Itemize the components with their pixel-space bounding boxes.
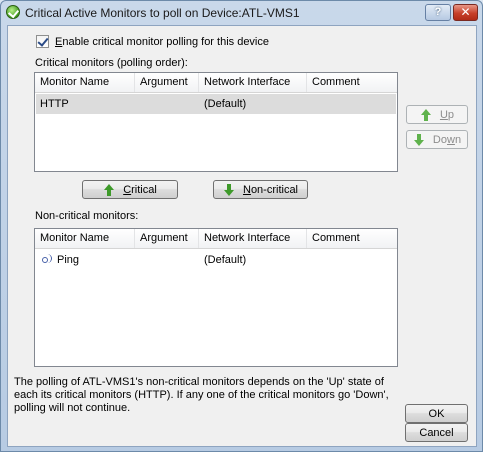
column-monitor-name[interactable]: Monitor Name (35, 73, 135, 92)
table-row[interactable]: HTTP (Default) (36, 94, 396, 114)
arrow-down-icon (223, 183, 235, 196)
enable-polling-checkbox[interactable]: Enable critical monitor polling for this… (36, 35, 269, 48)
column-network-interface[interactable]: Network Interface (199, 73, 307, 92)
check-icon (6, 5, 20, 19)
help-button[interactable]: ? (425, 4, 451, 21)
non-critical-button-label: Non-critical (242, 183, 299, 196)
non-critical-button[interactable]: Non-critical (213, 180, 308, 199)
down-button-label: Down (432, 133, 462, 146)
close-button[interactable]: ✕ (453, 4, 478, 21)
monitor-name-cell: Ping (42, 250, 79, 270)
checkbox-box[interactable] (36, 35, 49, 48)
up-button[interactable]: Up (406, 105, 468, 124)
non-critical-monitors-list[interactable]: Monitor Name Argument Network Interface … (34, 228, 398, 367)
arrow-up-icon (103, 183, 115, 196)
interface-cell: (Default) (204, 254, 247, 266)
arrow-down-icon (413, 133, 425, 146)
column-network-interface[interactable]: Network Interface (199, 229, 307, 248)
critical-button[interactable]: Critical (82, 180, 178, 199)
interface-cell: (Default) (204, 98, 247, 110)
down-button[interactable]: Down (406, 130, 468, 149)
cancel-button[interactable]: Cancel (405, 423, 468, 442)
title-bar[interactable]: Critical Active Monitors to poll on Devi… (1, 1, 482, 24)
column-comment[interactable]: Comment (307, 73, 397, 92)
critical-monitors-list[interactable]: Monitor Name Argument Network Interface … (34, 72, 398, 172)
column-argument[interactable]: Argument (135, 229, 199, 248)
table-row[interactable]: Ping (Default) (36, 250, 396, 270)
arrow-up-icon (420, 108, 432, 121)
window-title: Critical Active Monitors to poll on Devi… (25, 6, 300, 20)
critical-button-label: Critical (123, 183, 157, 196)
up-button-label: Up (439, 108, 455, 121)
dialog-client-area: Enable critical monitor polling for this… (7, 25, 477, 447)
ok-button[interactable]: OK (405, 404, 468, 423)
dialog-window: Critical Active Monitors to poll on Devi… (0, 0, 483, 452)
column-argument[interactable]: Argument (135, 73, 199, 92)
ping-icon (42, 254, 52, 264)
enable-polling-label: Enable critical monitor polling for this… (55, 35, 269, 48)
non-critical-monitors-label: Non-critical monitors: (35, 210, 139, 222)
column-monitor-name[interactable]: Monitor Name (35, 229, 135, 248)
critical-list-header: Monitor Name Argument Network Interface … (35, 73, 397, 93)
column-comment[interactable]: Comment (307, 229, 397, 248)
non-critical-list-header: Monitor Name Argument Network Interface … (35, 229, 397, 249)
critical-monitors-label: Critical monitors (polling order): (35, 57, 188, 69)
polling-note: The polling of ATL-VMS1's non-critical m… (14, 376, 389, 414)
monitor-name-cell: HTTP (40, 98, 69, 110)
